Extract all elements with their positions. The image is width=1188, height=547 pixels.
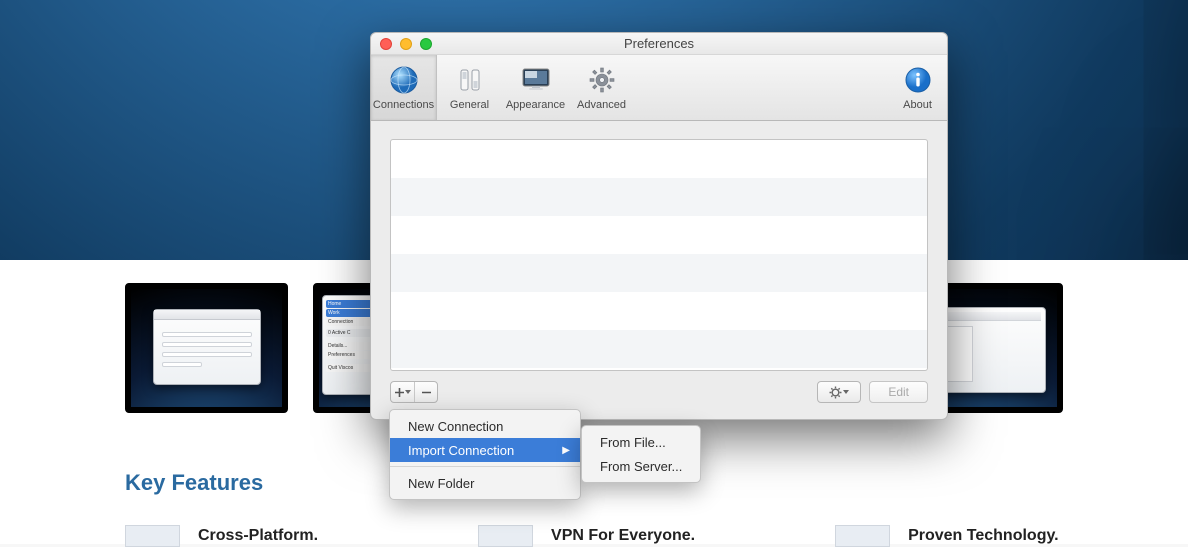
tab-appearance[interactable]: Appearance xyxy=(503,55,569,120)
tab-advanced[interactable]: Advanced xyxy=(569,55,635,120)
menu-label: From Server... xyxy=(600,459,682,474)
tab-label: Advanced xyxy=(577,99,626,111)
switch-icon xyxy=(454,64,486,96)
preferences-window: Preferences Connections xyxy=(370,32,948,420)
tab-about[interactable]: About xyxy=(893,55,943,120)
minus-icon xyxy=(422,388,431,397)
remove-button[interactable] xyxy=(414,382,437,402)
menu-label: Import Connection xyxy=(408,443,514,458)
monitor-icon xyxy=(520,64,552,96)
menu-import-connection[interactable]: Import Connection ▶ xyxy=(390,438,580,462)
action-menu-button[interactable] xyxy=(818,382,860,402)
menu-separator xyxy=(390,466,580,467)
menu-label: New Connection xyxy=(408,419,503,434)
tab-general[interactable]: General xyxy=(437,55,503,120)
gallery-thumb[interactable] xyxy=(125,283,288,413)
connections-list[interactable] xyxy=(390,139,928,371)
tab-label: About xyxy=(903,99,932,111)
import-submenu: From File... From Server... xyxy=(581,425,701,483)
toolbar: Connections General xyxy=(371,55,947,121)
chevron-down-icon xyxy=(405,390,411,394)
gear-icon xyxy=(586,64,618,96)
tab-connections[interactable]: Connections xyxy=(371,55,437,120)
plus-icon xyxy=(395,388,404,397)
feature-title: Cross-Platform. xyxy=(198,527,318,545)
add-button[interactable] xyxy=(391,382,414,402)
window-title: Preferences xyxy=(371,36,947,51)
chevron-down-icon xyxy=(843,390,849,394)
menu-new-connection[interactable]: New Connection xyxy=(390,414,580,438)
edit-button[interactable]: Edit xyxy=(869,381,928,403)
menu-from-file[interactable]: From File... xyxy=(582,430,700,454)
titlebar: Preferences xyxy=(371,33,947,55)
tab-label: General xyxy=(450,99,489,111)
add-menu: New Connection Import Connection ▶ New F… xyxy=(389,409,581,500)
feature-title: Proven Technology. xyxy=(908,527,1059,545)
menu-label: From File... xyxy=(600,435,666,450)
gear-icon xyxy=(829,386,842,399)
globe-icon xyxy=(388,64,420,96)
submenu-arrow-icon: ▶ xyxy=(562,445,570,456)
menu-from-server[interactable]: From Server... xyxy=(582,454,700,478)
tab-label: Appearance xyxy=(506,99,565,111)
list-controls: Edit xyxy=(390,379,928,405)
feature-title: VPN For Everyone. xyxy=(551,527,695,545)
info-icon xyxy=(902,64,934,96)
menu-label: New Folder xyxy=(408,476,474,491)
tab-label: Connections xyxy=(373,99,434,111)
menu-new-folder[interactable]: New Folder xyxy=(390,471,580,495)
features-heading: Key Features xyxy=(125,470,263,496)
